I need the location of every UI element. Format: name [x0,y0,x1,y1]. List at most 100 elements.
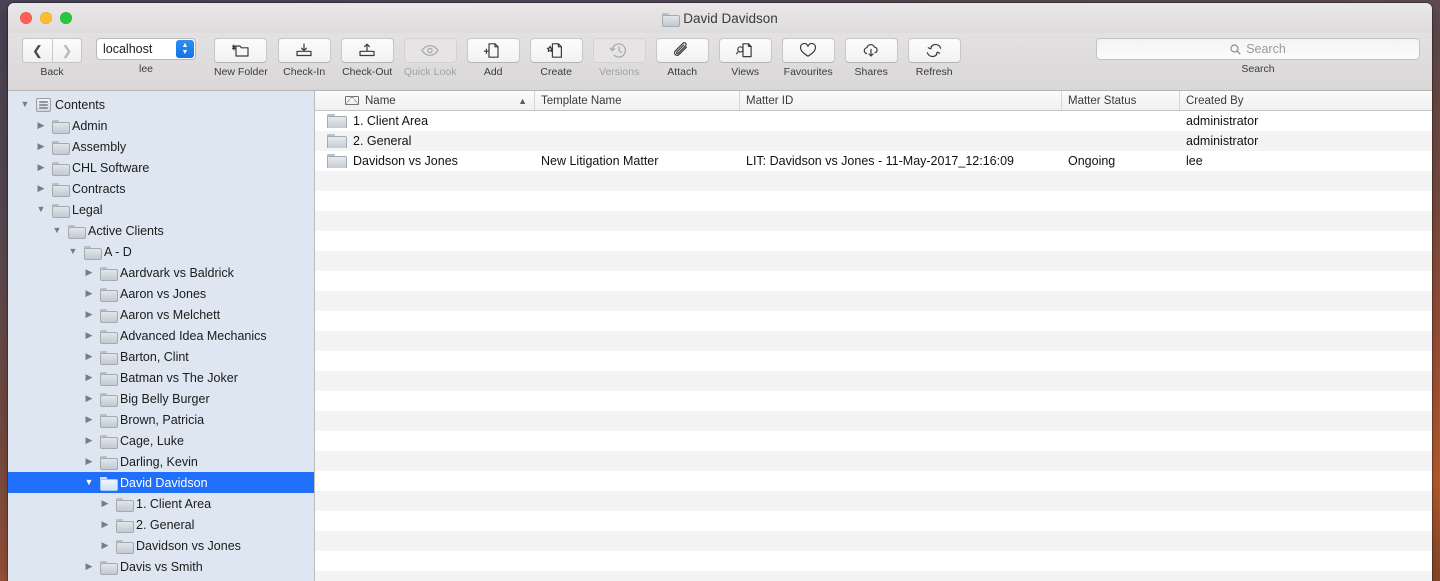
sidebar-item-davidson-vs-jones[interactable]: ▶Davidson vs Jones [8,535,314,556]
toolbar-button-new-folder[interactable]: New Folder [214,38,268,78]
sidebar-item-advanced-idea-mechanics[interactable]: ▶Advanced Idea Mechanics [8,325,314,346]
table-row-empty[interactable] [315,171,1432,191]
sidebar-item-david-davidson[interactable]: ▼David Davidson [8,472,314,493]
disclosure-triangle-right-icon[interactable]: ▶ [82,268,96,277]
sidebar-item-assembly[interactable]: ▶Assembly [8,136,314,157]
table-row-empty[interactable] [315,431,1432,451]
disclosure-triangle-right-icon[interactable]: ▶ [82,352,96,361]
sidebar-item-2-general[interactable]: ▶2. General [8,514,314,535]
toolbar-button-check-out[interactable]: Check-Out [341,38,394,78]
table-row-empty[interactable] [315,571,1432,581]
disclosure-triangle-right-icon[interactable]: ▶ [98,499,112,508]
table-row-empty[interactable] [315,371,1432,391]
disclosure-triangle-right-icon[interactable]: ▶ [82,415,96,424]
table-row-empty[interactable] [315,251,1432,271]
disclosure-triangle-right-icon[interactable]: ▶ [34,184,48,193]
sidebar-item-barton-clint[interactable]: ▶Barton, Clint [8,346,314,367]
disclosure-triangle-down-icon[interactable]: ▼ [34,205,48,214]
toolbar-button-check-in[interactable]: Check-In [278,38,331,78]
toolbar-button-add[interactable]: Add [467,38,520,78]
document-star-icon[interactable] [530,38,583,63]
disclosure-triangle-right-icon[interactable]: ▶ [82,436,96,445]
sidebar-item-cage-luke[interactable]: ▶Cage, Luke [8,430,314,451]
table-row-empty[interactable] [315,451,1432,471]
table-row-empty[interactable] [315,331,1432,351]
disclosure-triangle-right-icon[interactable]: ▶ [82,289,96,298]
sidebar-item-contracts[interactable]: ▶Contracts [8,178,314,199]
sidebar-item-batman-vs-the-joker[interactable]: ▶Batman vs The Joker [8,367,314,388]
table-row-empty[interactable] [315,191,1432,211]
heart-icon[interactable] [782,38,835,63]
disclosure-triangle-right-icon[interactable]: ▶ [82,373,96,382]
host-popup-button[interactable]: localhost ▲▼ [96,38,196,60]
nav-segmented-control[interactable]: ❮ ❯ [22,38,82,63]
sidebar-item-darling-kevin[interactable]: ▶Darling, Kevin [8,451,314,472]
close-button[interactable] [20,12,32,24]
disclosure-triangle-down-icon[interactable]: ▼ [82,478,96,487]
sidebar-item-1-client-area[interactable]: ▶1. Client Area [8,493,314,514]
sidebar-item-aaron-vs-melchett[interactable]: ▶Aaron vs Melchett [8,304,314,325]
table-row-empty[interactable] [315,211,1432,231]
column-header-matter-id[interactable]: Matter ID [740,91,1062,110]
disclosure-triangle-right-icon[interactable]: ▶ [82,394,96,403]
table-row-empty[interactable] [315,491,1432,511]
sidebar-item-contents[interactable]: ▼Contents [8,94,314,115]
disclosure-triangle-right-icon[interactable]: ▶ [82,457,96,466]
refresh-icon[interactable] [908,38,961,63]
toolbar-button-shares[interactable]: Shares [845,38,898,78]
sidebar-item-aaron-vs-jones[interactable]: ▶Aaron vs Jones [8,283,314,304]
column-header-matter-status[interactable]: Matter Status [1062,91,1180,110]
table-row[interactable]: 1. Client Areaadministrator [315,111,1432,131]
document-plus-icon[interactable] [467,38,520,63]
sidebar-item-chl-software[interactable]: ▶CHL Software [8,157,314,178]
check-in-icon[interactable] [278,38,331,63]
document-search-icon[interactable] [719,38,772,63]
sidebar-item-aardvark-vs-baldrick[interactable]: ▶Aardvark vs Baldrick [8,262,314,283]
disclosure-triangle-down-icon[interactable]: ▼ [50,226,64,235]
cloud-sync-icon[interactable] [845,38,898,63]
sidebar-item-big-belly-burger[interactable]: ▶Big Belly Burger [8,388,314,409]
zoom-button[interactable] [60,12,72,24]
toolbar-button-create[interactable]: Create [530,38,583,78]
stepper-icon[interactable]: ▲▼ [176,40,194,58]
table-row-empty[interactable] [315,411,1432,431]
table-row-empty[interactable] [315,391,1432,411]
column-header-name[interactable]: Name▲ [315,91,535,110]
toolbar-button-refresh[interactable]: Refresh [908,38,961,78]
sidebar-item-active-clients[interactable]: ▼Active Clients [8,220,314,241]
disclosure-triangle-right-icon[interactable]: ▶ [82,331,96,340]
sidebar-item-davis-vs-smith[interactable]: ▶Davis vs Smith [8,556,314,577]
new-folder-icon[interactable] [214,38,267,63]
disclosure-triangle-right-icon[interactable]: ▶ [98,541,112,550]
file-rows[interactable]: 1. Client Areaadministrator2. Generaladm… [315,111,1432,581]
table-row-empty[interactable] [315,511,1432,531]
column-header-created-by[interactable]: Created By [1180,91,1432,110]
table-row-empty[interactable] [315,551,1432,571]
search-input[interactable]: Search [1096,38,1420,60]
disclosure-triangle-down-icon[interactable]: ▼ [66,247,80,256]
disclosure-triangle-right-icon[interactable]: ▶ [98,520,112,529]
disclosure-triangle-right-icon[interactable]: ▶ [34,142,48,151]
table-row-empty[interactable] [315,231,1432,251]
disclosure-triangle-right-icon[interactable]: ▶ [82,310,96,319]
back-button[interactable]: ❮ [23,39,52,62]
sidebar-item-legal[interactable]: ▼Legal [8,199,314,220]
table-row-empty[interactable] [315,291,1432,311]
table-row[interactable]: 2. Generaladministrator [315,131,1432,151]
table-row-empty[interactable] [315,351,1432,371]
check-out-icon[interactable] [341,38,394,63]
table-row-empty[interactable] [315,271,1432,291]
disclosure-triangle-right-icon[interactable]: ▶ [82,562,96,571]
toolbar-button-attach[interactable]: Attach [656,38,709,78]
table-row[interactable]: Davidson vs JonesNew Litigation MatterLI… [315,151,1432,171]
table-row-empty[interactable] [315,471,1432,491]
table-row-empty[interactable] [315,531,1432,551]
sidebar-tree[interactable]: ▼Contents▶Admin▶Assembly▶CHL Software▶Co… [8,91,315,581]
column-header-template-name[interactable]: Template Name [535,91,740,110]
disclosure-triangle-right-icon[interactable]: ▶ [34,121,48,130]
table-row-empty[interactable] [315,311,1432,331]
forward-button[interactable]: ❯ [52,39,81,62]
disclosure-triangle-down-icon[interactable]: ▼ [18,100,32,109]
sidebar-item-admin[interactable]: ▶Admin [8,115,314,136]
sidebar-item-brown-patricia[interactable]: ▶Brown, Patricia [8,409,314,430]
